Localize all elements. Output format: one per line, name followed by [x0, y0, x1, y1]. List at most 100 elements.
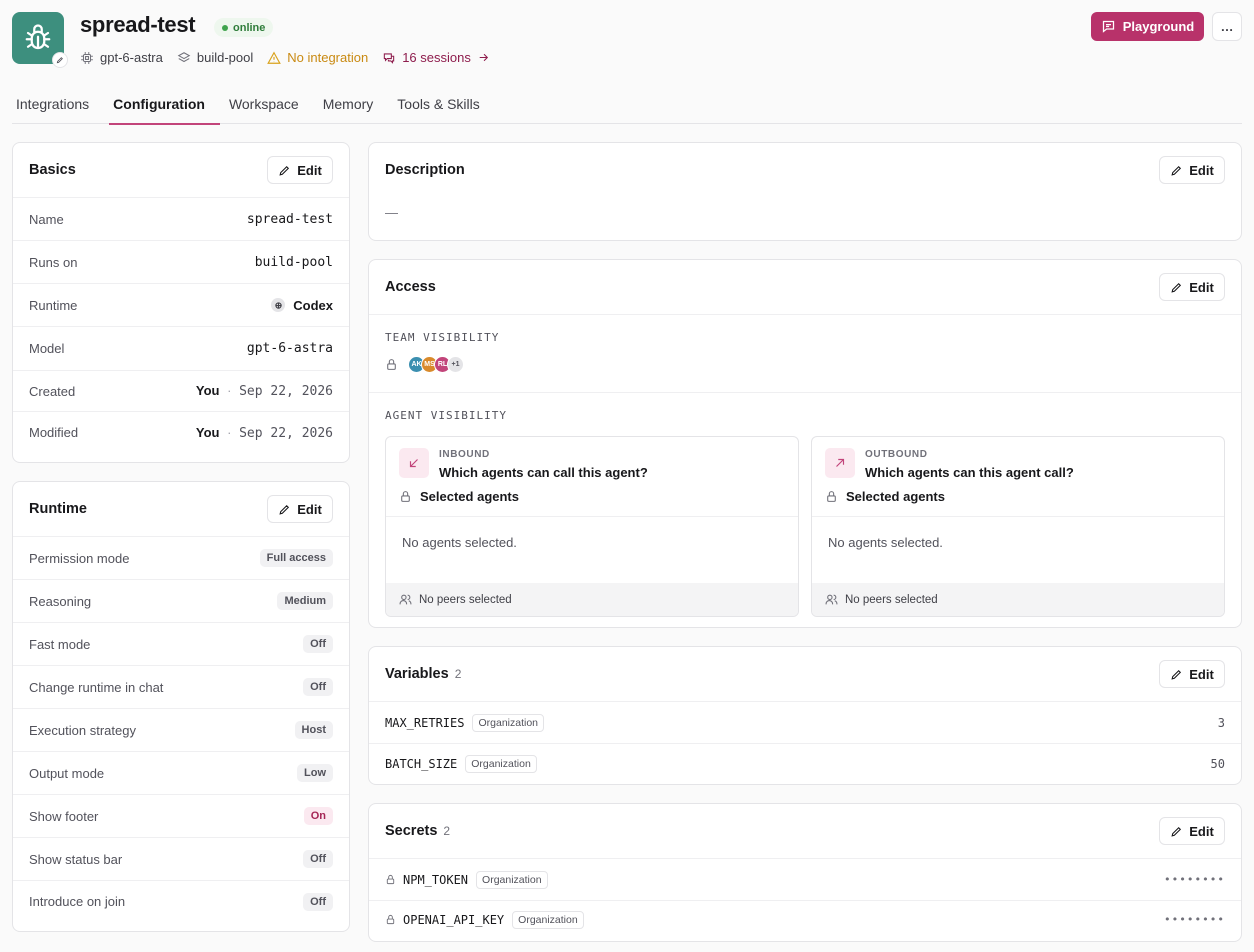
layers-icon — [177, 51, 191, 62]
online-dot-icon — [222, 24, 228, 31]
arrow-up-right-icon — [825, 448, 855, 478]
secrets-count: 2 — [443, 824, 451, 838]
scope-tag: Organization — [472, 713, 545, 732]
change-runtime-badge: Off — [303, 678, 333, 696]
runtime-edit-button[interactable]: Edit — [267, 495, 333, 523]
introduce-on-join-badge: Off — [303, 892, 333, 911]
secrets-card: Secrets 2 Edit NPM_TOKEN Organization •••… — [368, 803, 1242, 942]
secrets-header: Secrets 2 Edit — [369, 804, 1241, 858]
bug-icon — [25, 24, 51, 50]
variables-header: Variables 2 Edit — [369, 647, 1241, 701]
inbound-mode: Selected agents — [386, 480, 798, 504]
secret-masked-value: •••••••• — [1164, 873, 1225, 886]
tab-integrations[interactable]: Integrations — [12, 86, 104, 124]
secret-row[interactable]: NPM_TOKEN Organization •••••••• — [369, 858, 1241, 900]
lock-icon — [387, 359, 396, 370]
more-options-button[interactable]: … — [1212, 12, 1242, 41]
chip-icon — [81, 51, 93, 64]
avatar-edit-icon[interactable] — [52, 52, 68, 68]
description-card: Description Edit — — [368, 142, 1242, 241]
tab-tools-skills[interactable]: Tools & Skills — [393, 86, 494, 124]
show-footer-badge: On — [303, 807, 333, 825]
arrow-down-left-icon — [399, 448, 429, 478]
team-avatar-stack[interactable]: AK MS RL +1 — [408, 356, 464, 373]
outbound-kicker: OUTBOUND — [865, 449, 928, 460]
team-visibility-section: TEAM VISIBILITY AK MS RL +1 — [369, 314, 1241, 392]
permission-mode-badge: Full access — [259, 549, 333, 567]
tab-workspace[interactable]: Workspace — [225, 86, 314, 124]
runtime-header: Runtime Edit — [13, 482, 349, 536]
pool-meta: build-pool — [177, 50, 253, 65]
description-header: Description Edit — [369, 143, 1241, 197]
message-square-icon — [1102, 20, 1114, 33]
runtime-row-reasoning: Reasoning Medium — [13, 579, 349, 622]
more-icon: … — [1220, 19, 1234, 34]
runtime-row-show-status-bar: Show status bar Off — [13, 837, 349, 880]
variable-name: BATCH_SIZE — [385, 756, 458, 771]
outbound-head: OUTBOUND Which agents can this agent cal… — [812, 437, 1224, 480]
model-meta: gpt-6-astra — [80, 50, 163, 65]
secret-row[interactable]: OPENAI_API_KEY Organization •••••••• — [369, 900, 1241, 938]
basics-row-modified: Modified You · Sep 22, 2026 — [13, 411, 349, 453]
reasoning-badge: Medium — [277, 592, 333, 610]
show-status-bar-badge: Off — [303, 850, 333, 868]
variables-count: 2 — [454, 667, 462, 681]
variable-row[interactable]: MAX_RETRIES Organization 3 — [369, 701, 1241, 743]
secret-name: NPM_TOKEN — [403, 872, 469, 887]
status-badge: online — [214, 18, 274, 37]
pencil-icon — [279, 504, 290, 515]
outbound-empty: No agents selected. — [812, 516, 1224, 576]
tab-configuration[interactable]: Configuration — [109, 86, 220, 125]
runtime-row-show-footer: Show footer On — [13, 794, 349, 837]
lock-icon — [386, 914, 395, 925]
chat-icon — [384, 52, 395, 64]
runtime-row-output-mode: Output mode Low — [13, 751, 349, 794]
lock-icon — [401, 491, 410, 502]
description-title: Description — [385, 162, 465, 178]
playground-button[interactable]: Playground — [1091, 12, 1204, 41]
agent-name: spread-test — [80, 12, 196, 37]
agent-avatar[interactable] — [12, 12, 68, 68]
variables-card: Variables 2 Edit MAX_RETRIES Organization… — [368, 646, 1242, 785]
description-text: — — [385, 205, 398, 220]
codex-icon — [271, 298, 286, 312]
output-mode-badge: Low — [297, 764, 333, 782]
outbound-footer: No peers selected — [812, 583, 1224, 616]
inbound-footer: No peers selected — [386, 583, 798, 616]
basics-header: Basics Edit — [13, 143, 349, 197]
agent-visibility-label: AGENT VISIBILITY — [385, 409, 507, 422]
basics-card: Basics Edit Name spread-test Runs on bui… — [12, 142, 350, 463]
agent-meta: gpt-6-astra build-pool No integration 16… — [80, 50, 490, 65]
warning-icon — [267, 51, 282, 64]
variables-edit-button[interactable]: Edit — [1159, 660, 1225, 688]
outbound-mode: Selected agents — [812, 480, 1224, 504]
pencil-icon — [1171, 826, 1182, 837]
tab-bar: Integrations Configuration Workspace Mem… — [12, 86, 1242, 125]
basics-edit-button[interactable]: Edit — [267, 156, 333, 184]
team-avatar-more: +1 — [447, 356, 464, 373]
basics-row-created: Created You · Sep 22, 2026 — [13, 370, 349, 411]
access-edit-button[interactable]: Edit — [1159, 273, 1225, 301]
basics-row-name: Name spread-test — [13, 197, 349, 240]
scope-tag: Organization — [512, 910, 584, 929]
runtime-row-execution-strategy: Execution strategy Host — [13, 708, 349, 751]
tab-memory[interactable]: Memory — [319, 86, 389, 124]
secrets-edit-button[interactable]: Edit — [1159, 817, 1225, 845]
variable-row[interactable]: BATCH_SIZE Organization 50 — [369, 743, 1241, 783]
created-value: You · Sep 22, 2026 — [195, 383, 333, 399]
variable-value: 50 — [1210, 756, 1225, 771]
agent-visibility-panels: INBOUND Which agents can call this agent… — [385, 436, 1225, 617]
scope-tag: Organization — [476, 870, 548, 889]
description-edit-button[interactable]: Edit — [1159, 156, 1225, 184]
secret-masked-value: •••••••• — [1164, 913, 1225, 926]
access-header: Access Edit — [369, 260, 1241, 314]
pencil-icon — [1171, 669, 1182, 680]
pencil-icon — [279, 165, 290, 176]
outbound-panel: OUTBOUND Which agents can this agent cal… — [811, 436, 1225, 617]
inbound-head: INBOUND Which agents can call this agent… — [386, 437, 798, 480]
basics-row-runtime: Runtime Codex — [13, 283, 349, 326]
integration-warning[interactable]: No integration — [267, 50, 368, 65]
outbound-question: Which agents can this agent call? — [865, 465, 1074, 480]
lock-icon — [386, 874, 395, 885]
sessions-link[interactable]: 16 sessions — [382, 50, 490, 65]
